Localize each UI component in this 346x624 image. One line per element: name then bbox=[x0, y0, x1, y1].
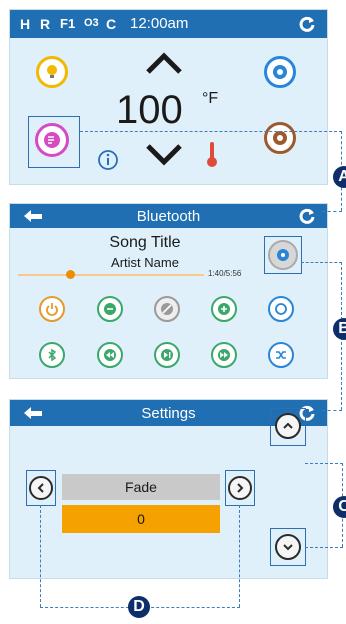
next-option-button[interactable] bbox=[228, 476, 252, 500]
connector-d-right bbox=[239, 505, 240, 607]
mute-button[interactable] bbox=[154, 296, 180, 322]
artist-name: Artist Name bbox=[111, 255, 179, 270]
light-button[interactable] bbox=[36, 56, 68, 88]
option-label: Fade bbox=[125, 479, 157, 495]
music-button[interactable] bbox=[35, 123, 69, 157]
clock: 12:00am bbox=[130, 15, 189, 32]
jets-icon bbox=[273, 65, 287, 79]
status-cleanup: C bbox=[106, 16, 117, 32]
info-icon[interactable] bbox=[97, 149, 119, 171]
play-pause-button[interactable] bbox=[154, 342, 180, 368]
home-screen: H R F1 O3 C 12:00am 100 °F bbox=[9, 9, 328, 185]
rewind-icon bbox=[104, 349, 116, 361]
music-icon bbox=[44, 132, 60, 148]
callout-d: D bbox=[128, 596, 150, 618]
connector-c-bottom bbox=[305, 547, 343, 548]
shuffle-icon bbox=[276, 351, 286, 359]
option-value: 0 bbox=[137, 511, 145, 527]
thermometer-icon bbox=[207, 142, 217, 167]
bluetooth-screen: Bluetooth Song Title Artist Name 1:40/5:… bbox=[9, 203, 328, 379]
bluetooth-icon bbox=[48, 348, 57, 362]
status-heater: H bbox=[20, 16, 31, 32]
callout-a: A bbox=[333, 166, 346, 188]
refresh-icon[interactable] bbox=[297, 14, 317, 39]
refresh-icon[interactable] bbox=[297, 206, 317, 231]
volume-up-button[interactable] bbox=[211, 296, 237, 322]
option-label-box: Fade bbox=[62, 474, 220, 500]
bluetooth-pair-button[interactable] bbox=[39, 342, 65, 368]
status-recirc: R bbox=[40, 16, 51, 32]
progress-track[interactable] bbox=[18, 274, 204, 276]
jets-button[interactable] bbox=[264, 56, 296, 88]
status-filter: F1 bbox=[60, 16, 76, 31]
connector-b-return bbox=[322, 410, 342, 411]
volume-down-icon bbox=[104, 303, 116, 315]
song-title: Song Title bbox=[109, 234, 181, 251]
connector-a-return bbox=[322, 211, 342, 212]
option-value-box[interactable]: 0 bbox=[62, 505, 220, 533]
connector-c-top bbox=[305, 463, 343, 464]
connector-d-left bbox=[40, 505, 41, 607]
source-button[interactable] bbox=[268, 240, 298, 270]
chevron-up-icon bbox=[283, 422, 293, 429]
prev-option-button[interactable] bbox=[29, 476, 53, 500]
repeat-icon bbox=[275, 303, 287, 315]
mute-icon bbox=[161, 303, 173, 315]
scroll-down-button[interactable] bbox=[275, 534, 301, 560]
progress-thumb[interactable] bbox=[66, 270, 76, 279]
chevron-right-icon bbox=[237, 483, 244, 493]
temperature-unit: °F bbox=[202, 90, 219, 107]
connector-a-horizontal bbox=[80, 131, 342, 132]
power-button[interactable] bbox=[39, 296, 65, 322]
power-icon bbox=[46, 303, 58, 316]
temperature-value: 100 bbox=[116, 88, 183, 132]
home-status-bar: H R F1 O3 C 12:00am bbox=[10, 10, 327, 38]
lightbulb-icon bbox=[47, 65, 57, 78]
bluetooth-title: Bluetooth bbox=[136, 208, 201, 225]
repeat-button[interactable] bbox=[268, 296, 294, 322]
fast-forward-button[interactable] bbox=[211, 342, 237, 368]
chevron-left-icon bbox=[37, 483, 44, 493]
connector-b-horizontal bbox=[301, 262, 342, 263]
volume-up-icon bbox=[218, 303, 230, 315]
volume-down-button[interactable] bbox=[97, 296, 123, 322]
play-pause-icon bbox=[161, 349, 173, 361]
temperature-down-icon[interactable] bbox=[144, 142, 184, 168]
callout-b: B bbox=[333, 318, 346, 340]
bluetooth-title-bar: Bluetooth bbox=[10, 204, 327, 228]
song-time: 1:40/5:56 bbox=[208, 269, 242, 278]
settings-screen: Settings Fade 0 bbox=[9, 399, 328, 579]
rewind-button[interactable] bbox=[97, 342, 123, 368]
settings-button[interactable] bbox=[264, 122, 296, 154]
speaker-settings-icon bbox=[277, 249, 289, 261]
fast-forward-icon bbox=[218, 349, 230, 361]
temperature-up-icon[interactable] bbox=[144, 50, 184, 76]
chevron-down-icon bbox=[283, 544, 293, 551]
callout-c: C bbox=[333, 496, 346, 518]
scroll-up-button[interactable] bbox=[275, 413, 301, 439]
shuffle-button[interactable] bbox=[268, 342, 294, 368]
status-ozone: O3 bbox=[84, 17, 99, 29]
